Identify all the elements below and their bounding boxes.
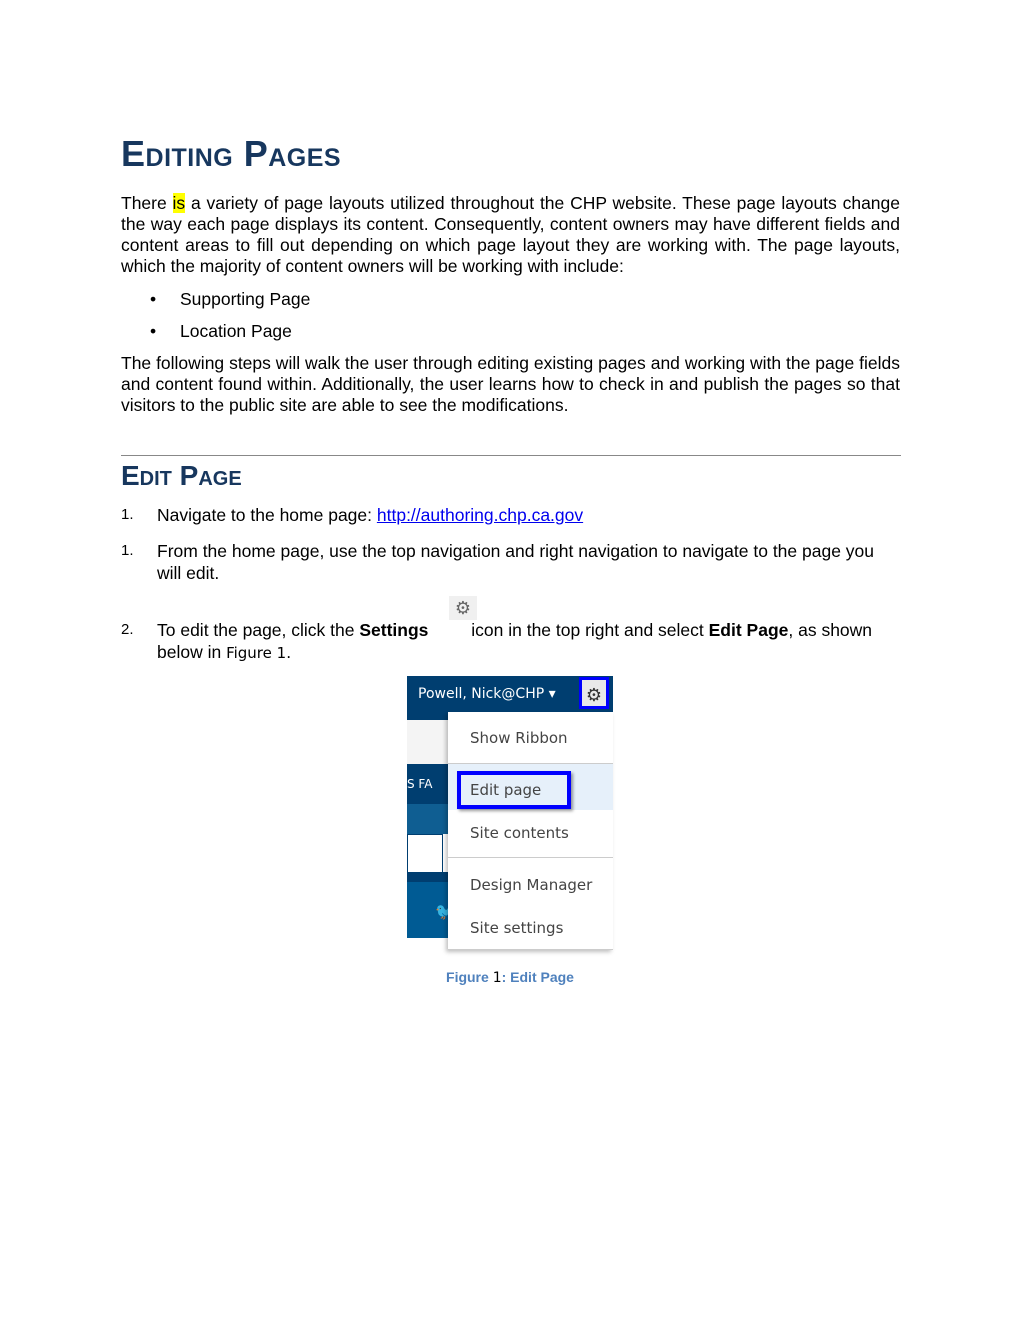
caption-sep: : [501, 969, 511, 985]
figure-reference: Figure 1 [226, 644, 287, 662]
text: To edit the page, click the [157, 620, 360, 640]
menu-item-site-settings[interactable]: Site settings [470, 919, 563, 937]
home-page-link[interactable]: http://authoring.chp.ca.gov [377, 505, 583, 525]
bullet-item: • Supporting Page [150, 289, 311, 309]
background-search [407, 834, 443, 874]
section-title: Edit Page [121, 460, 242, 491]
caption-number: 1 [492, 970, 502, 986]
caption-label: Figure [446, 969, 493, 985]
background-ribbon [407, 720, 451, 764]
settings-menu: Show Ribbon Edit page Site contents Desi… [448, 712, 613, 950]
document-page: Editing Pages There is a variety of page… [0, 0, 1020, 1320]
paragraph: The following steps will walk the user t… [121, 353, 900, 415]
menu-separator [448, 949, 613, 950]
text: . [286, 642, 292, 662]
settings-gear-icon: ⚙ [449, 596, 477, 620]
step-number: 1. [121, 542, 134, 559]
figure-caption: Figure 1: Edit Page [0, 969, 1020, 986]
step-text: From the home page, use the top navigati… [157, 541, 875, 583]
background-nav: S FA [407, 764, 451, 804]
step-number: 1. [121, 506, 134, 523]
bullet-text: Supporting Page [180, 289, 311, 309]
page-title: Editing Pages [121, 133, 342, 174]
text: icon in the top right and select [466, 620, 709, 640]
highlight-box [457, 771, 571, 809]
step-text: Navigate to the home page: [157, 505, 377, 525]
step-number: 2. [121, 621, 134, 638]
step: 2. To edit the page, click the Settings i… [121, 619, 891, 664]
background-band [407, 872, 451, 882]
caption-title: Edit Page [510, 969, 574, 985]
bold-text: Edit Page [708, 620, 789, 640]
step: 1. From the home page, use the top naviga… [121, 540, 891, 584]
text: a variety of page layouts utilized throu… [121, 193, 900, 276]
background-band [407, 804, 451, 834]
menu-separator [448, 763, 613, 764]
highlighted-word: is [172, 193, 186, 213]
settings-gear-icon[interactable]: ⚙ [579, 677, 609, 709]
text: There [121, 193, 173, 213]
bullet-text: Location Page [180, 321, 292, 341]
menu-separator [448, 857, 613, 858]
intro-paragraph: There is a variety of page layouts utili… [121, 193, 900, 277]
user-menu[interactable]: Powell, Nick@CHP ▾ [418, 686, 556, 702]
background-social: 🐦 [407, 882, 455, 938]
step: 1. Navigate to the home page: http://auth… [121, 504, 891, 526]
menu-item-site-contents[interactable]: Site contents [470, 824, 569, 842]
bullet-item: • Location Page [150, 321, 292, 341]
menu-item-design-manager[interactable]: Design Manager [470, 876, 592, 894]
figure-screenshot: Powell, Nick@CHP ▾ ⚙ S FA 🐦 Show Ribbon … [407, 676, 613, 951]
nav-fragment: S FA [407, 777, 433, 791]
bold-text: Settings [359, 620, 429, 640]
menu-item-show-ribbon[interactable]: Show Ribbon [470, 729, 568, 747]
divider [121, 455, 901, 456]
